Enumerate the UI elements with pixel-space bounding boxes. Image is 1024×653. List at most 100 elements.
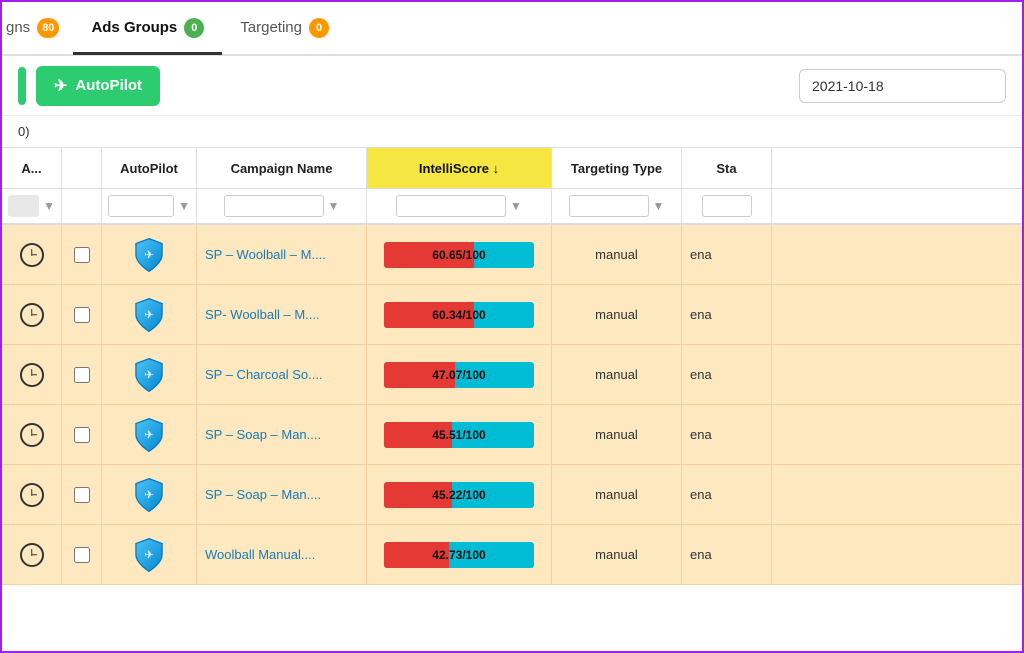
campaign-link-2[interactable]: SP – Charcoal So....: [205, 367, 358, 382]
row-status-1: ena: [682, 285, 772, 344]
shield-icon: ✈: [131, 357, 167, 393]
filter-intelli: ▼: [367, 189, 552, 223]
autopilot-button[interactable]: ✈ AutoPilot: [36, 66, 160, 106]
filter-intelli-icon[interactable]: ▼: [510, 199, 522, 213]
table-header: A... AutoPilot Campaign Name IntelliScor…: [2, 147, 1022, 189]
targeting-text: manual: [595, 247, 638, 262]
row-checkbox-2[interactable]: [74, 367, 90, 383]
intelli-bar-4: 45.22/100: [384, 482, 534, 508]
status-text: ena: [690, 547, 763, 562]
row-clock-2: [2, 345, 62, 404]
filter-autopilot-icon[interactable]: ▼: [178, 199, 190, 213]
row-campaign-0[interactable]: SP – Woolball – M....: [197, 225, 367, 284]
shield-icon: ✈: [131, 477, 167, 513]
th-status: Sta: [682, 148, 772, 188]
row-autopilot-1: ✈: [102, 285, 197, 344]
shield-icon: ✈: [131, 417, 167, 453]
filter-a-icon[interactable]: ▼: [43, 199, 55, 213]
clock-icon: [20, 543, 44, 567]
row-clock-5: [2, 525, 62, 584]
table-row: ✈ SP- Woolball – M.... 60.34/100 manual …: [2, 285, 1022, 345]
row-checkbox-cell-4: [62, 465, 102, 524]
intelli-score-label: 45.22/100: [384, 488, 534, 502]
row-autopilot-2: ✈: [102, 345, 197, 404]
row-campaign-2[interactable]: SP – Charcoal So....: [197, 345, 367, 404]
row-campaign-4[interactable]: SP – Soap – Man....: [197, 465, 367, 524]
filter-targeting-input[interactable]: [569, 195, 649, 217]
filter-a-box[interactable]: [8, 195, 39, 217]
row-checkbox-3[interactable]: [74, 427, 90, 443]
row-status-0: ena: [682, 225, 772, 284]
shield-icon: ✈: [131, 537, 167, 573]
svg-text:✈: ✈: [144, 309, 154, 321]
tab-campaigns-label: gns: [6, 19, 30, 36]
row-status-2: ena: [682, 345, 772, 404]
row-checkbox-0[interactable]: [74, 247, 90, 263]
row-autopilot-5: ✈: [102, 525, 197, 584]
intelli-bar-1: 60.34/100: [384, 302, 534, 328]
filter-targeting: ▼: [552, 189, 682, 223]
row-targeting-2: manual: [552, 345, 682, 404]
row-status-3: ena: [682, 405, 772, 464]
campaign-link-3[interactable]: SP – Soap – Man....: [205, 427, 358, 442]
row-targeting-1: manual: [552, 285, 682, 344]
row-autopilot-3: ✈: [102, 405, 197, 464]
campaign-link-0[interactable]: SP – Woolball – M....: [205, 247, 358, 262]
row-intelli-2: 47.07/100: [367, 345, 552, 404]
tab-targeting-badge: 0: [309, 18, 329, 38]
svg-text:✈: ✈: [144, 429, 154, 441]
th-autopilot: AutoPilot: [102, 148, 197, 188]
row-campaign-1[interactable]: SP- Woolball – M....: [197, 285, 367, 344]
th-targeting: Targeting Type: [552, 148, 682, 188]
toolbar-left: ✈ AutoPilot: [18, 66, 160, 106]
filter-campaign: ▼: [197, 189, 367, 223]
row-checkbox-5[interactable]: [74, 547, 90, 563]
plane-icon: ✈: [54, 76, 67, 96]
row-intelli-5: 42.73/100: [367, 525, 552, 584]
tab-campaigns-badge: 80: [37, 18, 59, 38]
intelli-bar-0: 60.65/100: [384, 242, 534, 268]
clock-icon: [20, 303, 44, 327]
th-intelliscore: IntelliScore ↓: [367, 148, 552, 188]
tab-campaigns[interactable]: gns 80: [2, 3, 73, 55]
intelli-bar-3: 45.51/100: [384, 422, 534, 448]
svg-text:✈: ✈: [144, 369, 154, 381]
row-checkbox-cell-5: [62, 525, 102, 584]
filter-campaign-input[interactable]: [224, 195, 324, 217]
tab-ads-groups[interactable]: Ads Groups 0: [73, 3, 222, 55]
tab-ads-groups-badge: 0: [184, 18, 204, 38]
row-targeting-0: manual: [552, 225, 682, 284]
filter-intelli-input[interactable]: [396, 195, 506, 217]
row-checkbox-cell-0: [62, 225, 102, 284]
th-a: A...: [2, 148, 62, 188]
targeting-text: manual: [595, 367, 638, 382]
data-table: ✈ SP – Woolball – M.... 60.65/100 manual…: [2, 225, 1022, 585]
intelli-score-label: 60.65/100: [384, 248, 534, 262]
row-campaign-5[interactable]: Woolball Manual....: [197, 525, 367, 584]
toolbar-right: [799, 69, 1006, 103]
row-checkbox-cell-2: [62, 345, 102, 404]
tab-targeting[interactable]: Targeting 0: [222, 3, 347, 55]
row-checkbox-4[interactable]: [74, 487, 90, 503]
row-campaign-3[interactable]: SP – Soap – Man....: [197, 405, 367, 464]
row-intelli-1: 60.34/100: [367, 285, 552, 344]
svg-text:✈: ✈: [144, 549, 154, 561]
filter-campaign-icon[interactable]: ▼: [328, 199, 340, 213]
filter-autopilot-input[interactable]: [108, 195, 174, 217]
filter-targeting-icon[interactable]: ▼: [653, 199, 665, 213]
row-autopilot-4: ✈: [102, 465, 197, 524]
campaign-link-4[interactable]: SP – Soap – Man....: [205, 487, 358, 502]
campaign-link-5[interactable]: Woolball Manual....: [205, 547, 358, 562]
filter-status-input[interactable]: [702, 195, 752, 217]
targeting-text: manual: [595, 427, 638, 442]
svg-text:✈: ✈: [144, 489, 154, 501]
table-row: ✈ Woolball Manual.... 42.73/100 manual e…: [2, 525, 1022, 585]
tab-ads-groups-label: Ads Groups: [91, 19, 177, 36]
tab-bar: gns 80 Ads Groups 0 Targeting 0: [2, 2, 1022, 56]
shield-icon: ✈: [131, 237, 167, 273]
date-input[interactable]: [799, 69, 1006, 103]
row-targeting-3: manual: [552, 405, 682, 464]
row-checkbox-cell-3: [62, 405, 102, 464]
campaign-link-1[interactable]: SP- Woolball – M....: [205, 307, 358, 322]
row-checkbox-1[interactable]: [74, 307, 90, 323]
